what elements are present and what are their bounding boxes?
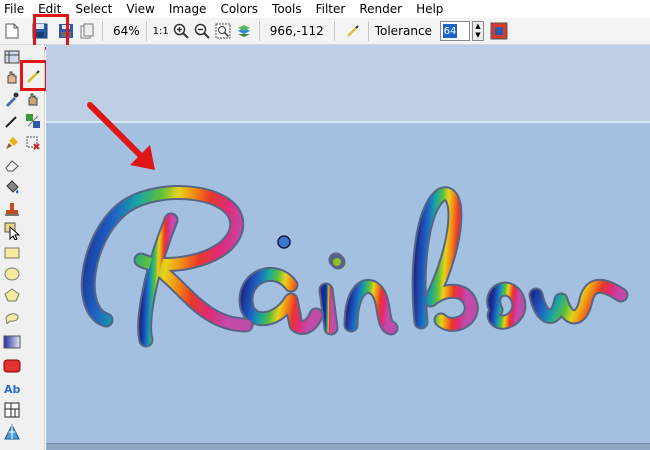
- pan-hand-icon: [7, 71, 17, 84]
- gradient-icon: [3, 335, 21, 349]
- zoom-fit-icon: [215, 23, 231, 39]
- tool-recolor[interactable]: [23, 111, 43, 131]
- spinner-down-icon[interactable]: ▼: [473, 31, 483, 40]
- clone-stamp-icon: [28, 93, 38, 106]
- paintbrush-icon: [6, 137, 18, 149]
- rectangle-select-icon: [4, 50, 20, 64]
- tool-paint-bucket[interactable]: [2, 177, 22, 197]
- menu-render[interactable]: Render: [359, 0, 402, 18]
- freeform-shape-icon: [5, 313, 19, 324]
- copy-button[interactable]: [78, 22, 96, 40]
- canvas-bottom-border: [46, 443, 650, 450]
- stamp-icon: [5, 203, 19, 216]
- toolbar: 64% 1:1 966,-112 Tolerance 64 ▲ ▼: [0, 18, 650, 45]
- zoom-level[interactable]: 64%: [113, 24, 140, 38]
- tool-grid[interactable]: [2, 400, 22, 420]
- tolerance-label: Tolerance: [374, 24, 432, 38]
- tolerance-spinner[interactable]: ▲ ▼: [471, 21, 484, 41]
- perspective-icon: [4, 424, 20, 440]
- tool-lasso-delete[interactable]: [23, 133, 43, 153]
- annotation-arrow: [87, 102, 155, 170]
- text-tool-icon: Ab: [4, 383, 21, 395]
- tool-perspective[interactable]: [2, 422, 22, 442]
- toolbar-separator: [333, 21, 335, 41]
- tool-pan[interactable]: [2, 67, 22, 87]
- menu-bar: File Edit Select View Image Colors Tools…: [0, 0, 650, 18]
- lasso-icon: [26, 136, 40, 150]
- tool-clone[interactable]: [23, 89, 43, 109]
- menu-file[interactable]: File: [4, 0, 24, 18]
- tools-panel: Ab: [0, 45, 45, 450]
- magic-wand-tool-highlight: [20, 60, 48, 91]
- ellipse-shape-icon: [4, 267, 20, 281]
- grid-tool-icon: [4, 402, 20, 418]
- color-mode-button[interactable]: [490, 22, 508, 40]
- tolerance-input[interactable]: 64: [439, 21, 470, 41]
- tool-ellipse[interactable]: [2, 264, 22, 284]
- spinner-up-icon[interactable]: ▲: [473, 22, 483, 31]
- zoom-in-icon: [173, 23, 189, 39]
- tool-eraser[interactable]: [2, 155, 22, 175]
- new-file-button[interactable]: [3, 22, 21, 40]
- cursor-arrow-icon: [4, 222, 20, 240]
- color-mode-icon: [490, 22, 508, 40]
- cursor-coordinates: 966,-112: [269, 24, 324, 38]
- layers-icon: [237, 25, 250, 37]
- tool-gradient[interactable]: [2, 332, 22, 352]
- menu-help[interactable]: Help: [416, 0, 443, 18]
- zoom-in-button[interactable]: [172, 22, 190, 40]
- magic-wand-icon: [347, 25, 359, 37]
- zoom-out-button[interactable]: [193, 22, 211, 40]
- toolbar-separator: [258, 21, 260, 41]
- eraser-icon: [5, 160, 19, 172]
- rainbow-lettering-artwork: [80, 185, 629, 348]
- zoom-out-icon: [194, 23, 210, 39]
- tolerance-value: 64: [442, 24, 457, 38]
- copy-icon: [80, 23, 94, 39]
- rounded-rectangle-icon: [3, 359, 21, 373]
- paint-app-window: File Edit Select View Image Colors Tools…: [0, 0, 650, 450]
- paint-bucket-icon: [6, 180, 19, 194]
- menu-image[interactable]: Image: [169, 0, 207, 18]
- tool-rectangle-select[interactable]: [2, 47, 22, 67]
- toolbar-separator: [145, 21, 147, 41]
- layers-button[interactable]: [235, 22, 253, 40]
- pencil-icon: [5, 116, 17, 128]
- zoom-fit-button[interactable]: [214, 22, 232, 40]
- tool-freeform[interactable]: [2, 307, 22, 327]
- tool-pencil[interactable]: [2, 111, 22, 131]
- svg-text:Ab: Ab: [4, 383, 21, 395]
- tool-paintbrush[interactable]: [2, 133, 22, 153]
- menu-colors[interactable]: Colors: [220, 0, 258, 18]
- rectangle-shape-icon: [4, 247, 20, 259]
- toolbar-separator: [102, 21, 103, 41]
- tool-stamp[interactable]: [2, 199, 22, 219]
- tool-rounded-rect[interactable]: [2, 356, 22, 376]
- tool-move-selection[interactable]: [2, 221, 22, 241]
- menu-select[interactable]: Select: [75, 0, 112, 18]
- active-tool-indicator: [344, 22, 362, 40]
- tool-polygon[interactable]: [2, 285, 22, 305]
- menu-view[interactable]: View: [126, 0, 154, 18]
- polygon-shape-icon: [4, 288, 20, 302]
- menu-filter[interactable]: Filter: [316, 0, 346, 18]
- new-file-icon: [5, 23, 19, 39]
- tool-rectangle[interactable]: [2, 243, 22, 263]
- tool-color-picker[interactable]: [2, 89, 22, 109]
- actual-size-button[interactable]: 1:1: [153, 26, 169, 37]
- menu-tools[interactable]: Tools: [272, 0, 302, 18]
- recolor-icon: [26, 114, 40, 128]
- toolbar-separator: [367, 21, 369, 41]
- color-picker-icon: [6, 92, 19, 107]
- tool-text[interactable]: Ab: [2, 378, 22, 398]
